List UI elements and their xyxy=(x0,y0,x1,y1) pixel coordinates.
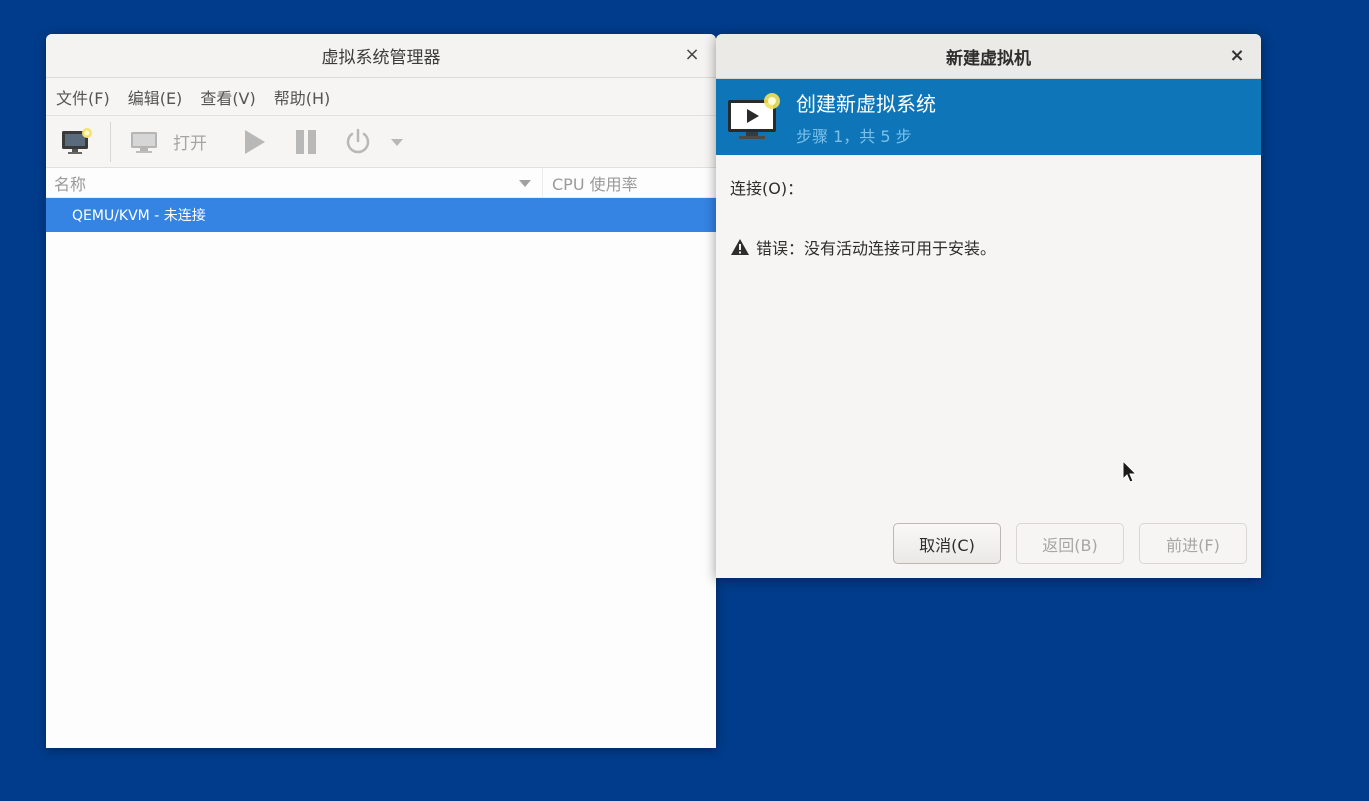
main-toolbar: 打开 xyxy=(46,116,716,168)
virt-manager-window: 虚拟系统管理器 × 文件(F) 编辑(E) 查看(V) 帮助(H) 打开 名称 … xyxy=(46,34,716,748)
main-close-button[interactable]: × xyxy=(682,45,702,65)
banner-step: 步骤 1，共 5 步 xyxy=(796,126,912,146)
sort-arrow-icon xyxy=(519,179,531,187)
play-icon xyxy=(245,129,265,154)
name-column-label: 名称 xyxy=(54,174,87,194)
shutdown-menu-button[interactable] xyxy=(389,122,405,162)
error-message: 错误：没有活动连接可用于安装。 xyxy=(730,235,1247,259)
cpu-column-header[interactable]: CPU 使用率 xyxy=(543,171,638,195)
toolbar-separator xyxy=(110,121,111,162)
dropdown-arrow-icon xyxy=(391,138,403,146)
connection-row[interactable]: QEMU/KVM - 未连接 xyxy=(46,198,716,232)
banner-title: 创建新虚拟系统 xyxy=(796,91,936,116)
dialog-body: 连接(O)： 错误：没有活动连接可用于安装。 xyxy=(716,155,1261,279)
main-titlebar[interactable]: 虚拟系统管理器 × xyxy=(46,34,716,78)
main-window-title: 虚拟系统管理器 xyxy=(321,48,441,68)
new-vm-icon xyxy=(62,127,92,154)
menu-view[interactable]: 查看(V) xyxy=(200,85,255,109)
dialog-titlebar[interactable]: 新建虚拟机 × xyxy=(716,34,1261,79)
mouse-cursor-icon xyxy=(1122,460,1138,483)
error-text: 错误：没有活动连接可用于安装。 xyxy=(756,239,997,258)
menu-bar: 文件(F) 编辑(E) 查看(V) 帮助(H) xyxy=(46,78,716,116)
open-button-label: 打开 xyxy=(173,134,207,154)
dialog-title: 新建虚拟机 xyxy=(946,48,1031,69)
new-vm-banner-icon xyxy=(728,93,780,139)
run-button[interactable] xyxy=(241,122,267,162)
monitor-icon xyxy=(131,131,157,153)
dialog-banner: 创建新虚拟系统 步骤 1，共 5 步 xyxy=(716,79,1261,155)
new-vm-button[interactable] xyxy=(60,122,94,162)
new-vm-dialog: 新建虚拟机 × 创建新虚拟系统 步骤 1，共 5 步 连接(O)： 错误：没有活… xyxy=(716,34,1261,578)
menu-edit[interactable]: 编辑(E) xyxy=(128,85,183,109)
back-button[interactable]: 返回(B) xyxy=(1016,523,1124,564)
dialog-button-row: 取消(C) 返回(B) 前进(F) xyxy=(893,523,1247,564)
menu-help[interactable]: 帮助(H) xyxy=(274,85,331,109)
banner-text: 创建新虚拟系统 步骤 1，共 5 步 xyxy=(796,88,936,147)
connection-label: 连接(O)： xyxy=(730,179,804,198)
warning-icon xyxy=(731,239,749,255)
forward-button[interactable]: 前进(F) xyxy=(1139,523,1247,564)
vm-list-header: 名称 CPU 使用率 xyxy=(46,168,716,198)
open-button[interactable]: 打开 xyxy=(129,122,207,162)
pause-icon xyxy=(296,129,316,154)
shutdown-button[interactable] xyxy=(343,122,373,162)
pause-button[interactable] xyxy=(293,122,319,162)
cancel-button[interactable]: 取消(C) xyxy=(893,523,1001,564)
menu-file[interactable]: 文件(F) xyxy=(56,85,110,109)
name-column-header[interactable]: 名称 xyxy=(46,168,543,197)
power-icon xyxy=(346,128,370,153)
connection-row-label: QEMU/KVM - 未连接 xyxy=(72,208,206,224)
dialog-close-button[interactable]: × xyxy=(1227,46,1247,66)
